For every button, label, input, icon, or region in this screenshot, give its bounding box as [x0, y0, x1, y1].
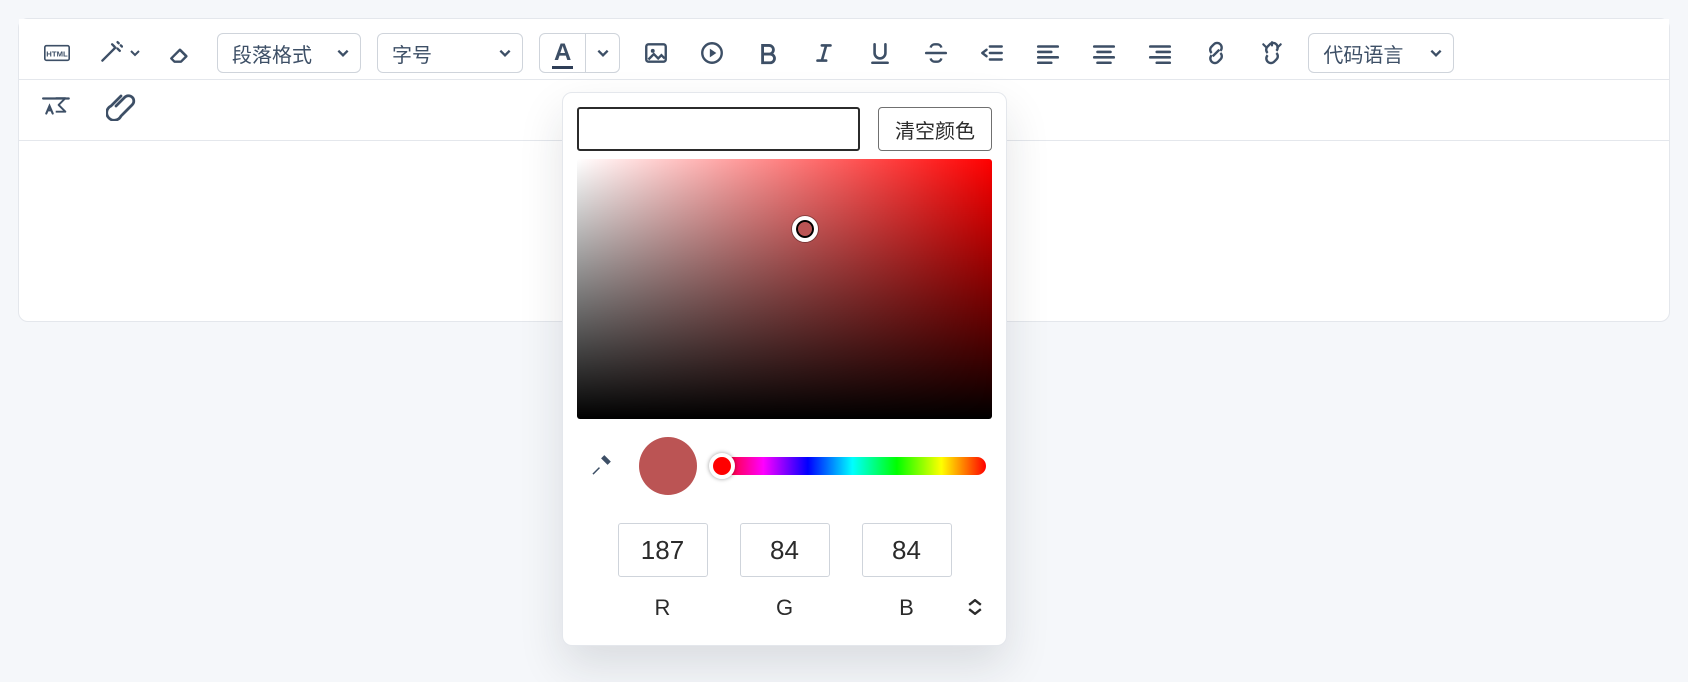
rgb-r-input[interactable] [618, 523, 708, 577]
bold-icon [755, 40, 781, 66]
strikethrough-button[interactable] [916, 33, 956, 73]
outdent-icon [979, 40, 1005, 66]
font-size-label: 字号 [392, 39, 484, 68]
svg-text:HTML: HTML [46, 50, 68, 59]
color-hex-input[interactable] [577, 107, 860, 151]
html-source-button[interactable]: HTML [37, 33, 77, 73]
chevron-down-icon [968, 608, 982, 615]
formula-icon [42, 91, 72, 121]
hue-slider[interactable] [719, 457, 986, 475]
code-language-select[interactable]: 代码语言 [1308, 33, 1454, 73]
rgb-r-field: R [618, 523, 708, 621]
chevron-down-icon [488, 46, 522, 60]
html-icon: HTML [44, 40, 70, 66]
rgb-g-field: G [740, 523, 830, 621]
link-icon [1203, 40, 1229, 66]
hue-thumb[interactable] [709, 453, 735, 479]
align-right-icon [1147, 40, 1173, 66]
code-language-label: 代码语言 [1323, 39, 1415, 68]
color-picker-popover: 清空颜色 R G B [562, 92, 1007, 646]
current-color-swatch [639, 437, 697, 495]
rgb-b-field: B [862, 523, 952, 621]
paragraph-format-label: 段落格式 [232, 39, 322, 68]
chevron-up-icon [968, 599, 982, 606]
strikethrough-icon [923, 40, 949, 66]
insert-image-button[interactable] [636, 33, 676, 73]
magic-format-button[interactable] [93, 33, 145, 73]
color-mode-toggle[interactable] [968, 593, 988, 621]
font-color-button[interactable]: A [540, 34, 585, 72]
paperclip-icon [106, 91, 136, 121]
chevron-down-icon [326, 46, 360, 60]
italic-icon [811, 40, 837, 66]
chevron-down-icon [1419, 46, 1453, 60]
magic-wand-icon [97, 40, 123, 66]
insert-formula-button[interactable] [37, 86, 77, 126]
eraser-icon [168, 40, 194, 66]
toolbar-row-1: HTML 段落格式 字号 [19, 19, 1669, 80]
saturation-value-area[interactable] [577, 159, 992, 419]
insert-video-button[interactable] [692, 33, 732, 73]
font-color-dropdown-toggle[interactable] [585, 34, 619, 72]
align-center-icon [1091, 40, 1117, 66]
align-center-button[interactable] [1084, 33, 1124, 73]
underline-icon [867, 40, 893, 66]
chevron-down-icon [129, 47, 141, 59]
chevron-down-icon [596, 46, 610, 60]
insert-link-button[interactable] [1196, 33, 1236, 73]
clear-color-button[interactable]: 清空颜色 [878, 107, 992, 151]
clear-format-button[interactable] [161, 33, 201, 73]
underline-button[interactable] [860, 33, 900, 73]
eyedropper-button[interactable] [583, 449, 617, 483]
bold-button[interactable] [748, 33, 788, 73]
font-color-a-icon: A [554, 41, 571, 65]
align-right-button[interactable] [1140, 33, 1180, 73]
attachment-button[interactable] [101, 86, 141, 126]
eyedropper-icon [587, 453, 613, 479]
image-icon [643, 40, 669, 66]
paragraph-format-select[interactable]: 段落格式 [217, 33, 361, 73]
remove-link-button[interactable] [1252, 33, 1292, 73]
unlink-icon [1259, 40, 1285, 66]
font-color-split-button[interactable]: A [539, 33, 620, 73]
align-left-icon [1035, 40, 1061, 66]
rgb-b-label: B [899, 595, 914, 621]
rgb-g-input[interactable] [740, 523, 830, 577]
rgb-b-input[interactable] [862, 523, 952, 577]
play-circle-icon [699, 40, 725, 66]
outdent-button[interactable] [972, 33, 1012, 73]
sv-thumb[interactable] [792, 216, 818, 242]
italic-button[interactable] [804, 33, 844, 73]
font-size-select[interactable]: 字号 [377, 33, 523, 73]
align-left-button[interactable] [1028, 33, 1068, 73]
rgb-g-label: G [776, 595, 793, 621]
rgb-r-label: R [655, 595, 671, 621]
